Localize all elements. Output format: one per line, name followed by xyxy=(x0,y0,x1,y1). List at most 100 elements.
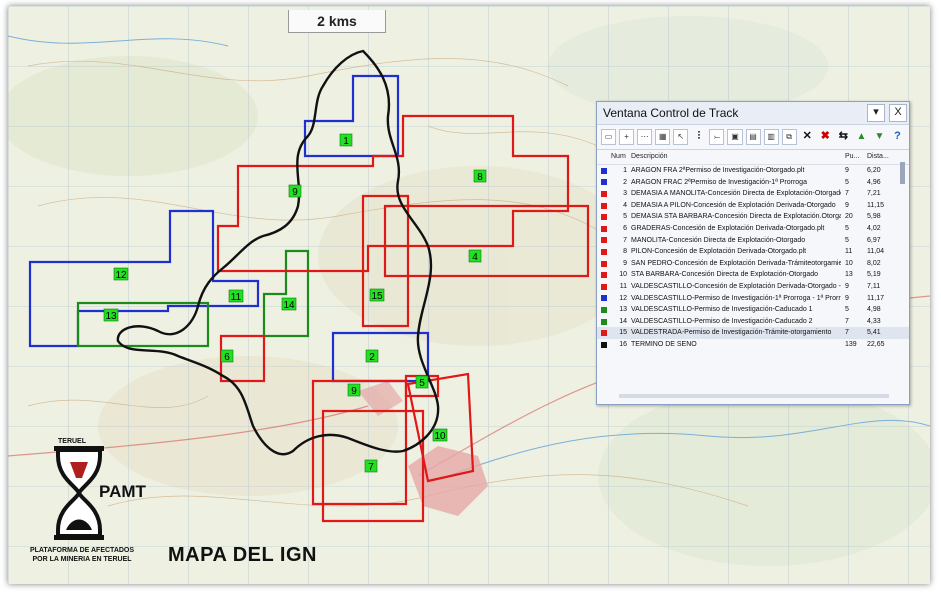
track-color-swatch xyxy=(601,237,607,244)
select-cursor-icon[interactable]: ↖ xyxy=(673,129,689,145)
track-num: 10 xyxy=(619,271,627,279)
track-description: TERMINO DE SENO xyxy=(631,340,697,348)
track-color-swatch xyxy=(601,214,607,221)
track-color-swatch xyxy=(601,318,607,325)
track-row[interactable]: 10 STA BARBARA-Concesión Directa de Explo… xyxy=(597,269,909,281)
track-points: 5 xyxy=(845,236,849,244)
track-row[interactable]: 1 ARAGON FRA 2ªPermiso de Investigación-O… xyxy=(597,165,909,177)
map-frame: 1 2 4 6 7 8 9 9 10 11 12 13 14 15 5 2 km… xyxy=(8,6,930,584)
track-list: 1 ARAGON FRA 2ªPermiso de Investigación-O… xyxy=(597,165,909,351)
track-points: 9 xyxy=(845,282,849,290)
track-num: 12 xyxy=(619,294,627,302)
svg-text:9: 9 xyxy=(292,187,298,198)
track-description: VALDESCASTILLO-Concesión de Explotación … xyxy=(631,282,841,290)
svg-text:14: 14 xyxy=(283,300,295,311)
track-num: 3 xyxy=(623,190,627,198)
table-icon[interactable]: ▦ xyxy=(655,129,671,145)
label-box-14: 14 xyxy=(281,297,297,311)
svg-text:10: 10 xyxy=(434,431,446,442)
track-distance: 4,02 xyxy=(867,224,881,232)
track-points: 139 xyxy=(845,340,857,348)
track-points: 20 xyxy=(845,213,853,221)
track-row[interactable]: 8 PILON-Concesión de Explotación Derivada… xyxy=(597,246,909,258)
scale-label: 2 kms xyxy=(288,10,386,33)
label-box-15: 15 xyxy=(369,288,385,302)
track-points: 13 xyxy=(845,271,853,279)
logo-org-line2: POR LA MINERIA EN TERUEL xyxy=(32,556,132,563)
track-distance: 5,41 xyxy=(867,329,881,337)
track-list-header: Num Descripción Pu... Dista... xyxy=(597,150,909,165)
track-points: 5 xyxy=(845,178,849,186)
column-description[interactable]: Descripción xyxy=(631,150,841,164)
track-description: DEMASIA STA BARBARA-Concesión Directa de… xyxy=(631,213,841,221)
svg-text:15: 15 xyxy=(371,291,383,302)
track-color-swatch xyxy=(601,167,607,174)
track-row[interactable]: 4 DEMASIA A PILON-Concesión de Explotació… xyxy=(597,200,909,212)
map-source-label: MAPA DEL IGN xyxy=(168,544,317,566)
column-points[interactable]: Pu... xyxy=(841,150,867,164)
track-distance: 5,19 xyxy=(867,271,881,279)
vertical-scrollbar[interactable] xyxy=(899,160,906,390)
move-up-icon[interactable]: ▲ xyxy=(854,129,869,145)
save-all-icon[interactable]: ▤ xyxy=(745,129,761,145)
new-track-icon[interactable]: + xyxy=(619,129,635,145)
edit-points-icon[interactable]: ⋯ xyxy=(637,129,653,145)
track-points: 7 xyxy=(845,329,849,337)
join-icon[interactable]: ⤚ xyxy=(709,129,725,145)
svg-text:11: 11 xyxy=(231,292,242,303)
label-box-13: 13 xyxy=(103,308,119,322)
track-color-swatch xyxy=(601,179,607,186)
track-description: VALDESCASTILLO-Permiso de Investigación-… xyxy=(631,306,813,314)
pin-dropdown-button[interactable]: ▾ xyxy=(867,104,885,122)
label-box-9-town: 9 xyxy=(347,383,361,397)
properties-icon[interactable]: ▥ xyxy=(763,129,779,145)
delete-all-icon[interactable]: ✖ xyxy=(818,129,833,145)
column-num[interactable]: Num xyxy=(611,150,631,164)
track-control-window[interactable]: Ventana Control de Track ▾ X ▭ + ⋯ ▦ ↖ ⫶… xyxy=(596,101,910,405)
reverse-icon[interactable]: ⇆ xyxy=(836,129,851,145)
label-box-6: 6 xyxy=(220,349,234,363)
track-points: 5 xyxy=(845,306,849,314)
column-distance[interactable]: Dista... xyxy=(867,150,895,164)
track-distance: 6,97 xyxy=(867,236,881,244)
track-num: 6 xyxy=(623,224,627,232)
track-num: 9 xyxy=(623,259,627,267)
close-button[interactable]: X xyxy=(889,104,907,122)
save-icon[interactable]: ▣ xyxy=(727,129,743,145)
track-row[interactable]: 2 ARAGON FRAC 2ªPermiso de Investigación-… xyxy=(597,177,909,189)
track-row[interactable]: 9 SAN PEDRO-Concesión de Explotación Deri… xyxy=(597,258,909,270)
track-row[interactable]: 16 TERMINO DE SENO 139 22,65 xyxy=(597,339,909,351)
track-row[interactable]: 12 VALDESCASTILLO-Permiso de Investigació… xyxy=(597,293,909,305)
logo-org-name: PLATAFORMA DE AFECTADOS POR LA MINERIA E… xyxy=(22,546,142,564)
track-row[interactable]: 15 VALDESTRADA-Permiso de Investigación-T… xyxy=(597,327,909,339)
track-row[interactable]: 14 VALDESCASTILLO-Permiso de Investigació… xyxy=(597,316,909,328)
delete-icon[interactable]: ✕ xyxy=(800,129,815,145)
track-points: 7 xyxy=(845,317,849,325)
track-row[interactable]: 5 DEMASIA STA BARBARA-Concesión Directa d… xyxy=(597,211,909,223)
label-box-7: 7 xyxy=(364,459,378,473)
move-down-icon[interactable]: ▼ xyxy=(872,129,887,145)
horizontal-scrollbar[interactable] xyxy=(619,394,889,398)
svg-text:12: 12 xyxy=(115,270,127,281)
track-distance: 4,33 xyxy=(867,317,881,325)
scrollbar-thumb[interactable] xyxy=(900,162,905,184)
track-row[interactable]: 13 VALDESCASTILLO-Permiso de Investigació… xyxy=(597,304,909,316)
label-box-2: 2 xyxy=(365,349,379,363)
logo-abbr: PAMT xyxy=(99,482,146,501)
track-row[interactable]: 3 DEMASIA A MANOLITA-Concesión Directa de… xyxy=(597,188,909,200)
copy-icon[interactable]: ⧉ xyxy=(781,129,797,145)
split-icon[interactable]: ⫶ xyxy=(691,129,706,145)
window-title: Ventana Control de Track xyxy=(603,106,739,120)
track-row[interactable]: 7 MANOLITA-Concesión Directa de Explotaci… xyxy=(597,235,909,247)
track-num: 8 xyxy=(623,248,627,256)
svg-text:2: 2 xyxy=(369,352,375,363)
track-description: ARAGON FRAC 2ªPermiso de Investigación-1… xyxy=(631,178,807,186)
window-title-bar[interactable]: Ventana Control de Track ▾ X xyxy=(597,102,909,125)
svg-text:1: 1 xyxy=(343,136,349,147)
show-track-icon[interactable]: ▭ xyxy=(601,129,617,145)
track-color-swatch xyxy=(601,295,607,302)
help-icon[interactable]: ? xyxy=(890,129,905,145)
track-row[interactable]: 6 GRADERAS-Concesión de Explotación Deriv… xyxy=(597,223,909,235)
track-distance: 22,65 xyxy=(867,340,885,348)
track-row[interactable]: 11 VALDESCASTILLO-Concesión de Explotació… xyxy=(597,281,909,293)
